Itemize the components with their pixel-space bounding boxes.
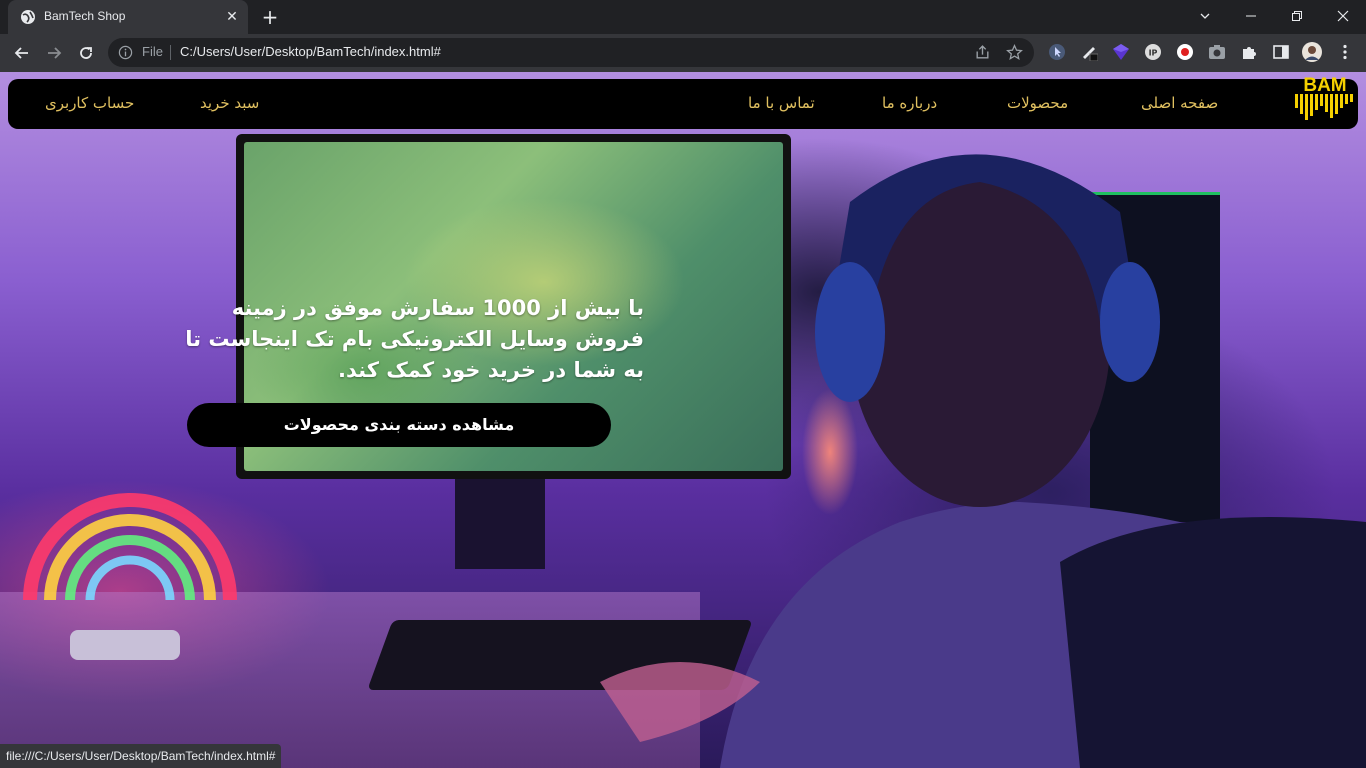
hero-tagline: با بیش از 1000 سفارش موفق در زمینه فروش … [185, 296, 644, 382]
gamer-image [600, 154, 1366, 768]
star-icon[interactable] [1006, 44, 1023, 61]
globe-icon [21, 10, 35, 24]
profile-avatar[interactable] [1302, 42, 1322, 62]
window-close-button[interactable] [1320, 0, 1366, 32]
tab-strip: BamTech Shop ✕ + [0, 0, 1366, 34]
neon-rainbow-image [23, 493, 237, 660]
browser-toolbar: File C:/Users/User/Desktop/BamTech/index… [0, 34, 1366, 72]
page-content: صفحه اصلی محصولات درباره ما تماس با ما س… [0, 72, 1366, 768]
address-bar[interactable]: File C:/Users/User/Desktop/BamTech/index… [108, 38, 1034, 67]
nav-contact[interactable]: تماس با ما [748, 94, 815, 112]
new-tab-button[interactable]: + [258, 6, 282, 30]
nav-products[interactable]: محصولات [1007, 94, 1068, 112]
url-text[interactable]: C:/Users/User/Desktop/BamTech/index.html… [180, 44, 441, 59]
browser-tab[interactable]: BamTech Shop ✕ [8, 0, 248, 34]
minimize-button[interactable] [1228, 0, 1274, 32]
svg-text:IP: IP [1149, 49, 1158, 58]
restore-button[interactable] [1274, 0, 1320, 32]
nav-cart[interactable]: سبد خرید [200, 94, 259, 112]
main-navbar: صفحه اصلی محصولات درباره ما تماس با ما س… [8, 79, 1358, 129]
pen-extension-icon[interactable] [1080, 43, 1098, 61]
menu-icon[interactable] [1336, 43, 1354, 61]
camera-extension-icon[interactable] [1208, 43, 1226, 61]
nav-home[interactable]: صفحه اصلی [1141, 94, 1218, 112]
back-button[interactable] [8, 39, 36, 67]
record-extension-icon[interactable] [1176, 43, 1194, 61]
view-categories-button[interactable]: مشاهده دسته بندی محصولات [187, 403, 611, 447]
bam-logo[interactable]: BAM [1292, 72, 1358, 124]
omnibox-scheme: File [142, 44, 163, 59]
tab-search-icon[interactable] [1182, 0, 1228, 32]
status-bar-url: file:///C:/Users/User/Desktop/BamTech/in… [0, 744, 282, 768]
cube-extension-icon[interactable] [1112, 43, 1130, 61]
puzzle-icon[interactable] [1240, 43, 1258, 61]
side-panel-icon[interactable] [1272, 43, 1290, 61]
ip-extension-icon[interactable]: IP [1144, 43, 1162, 61]
logo-text: BAM [1303, 75, 1346, 96]
close-icon[interactable]: ✕ [224, 9, 240, 25]
share-icon[interactable] [974, 44, 991, 61]
nav-about[interactable]: درباره ما [882, 94, 937, 112]
forward-button[interactable] [40, 39, 68, 67]
omnibox-divider [170, 45, 171, 60]
hero-background-stand [455, 479, 545, 569]
reload-button[interactable] [72, 39, 100, 67]
tab-title: BamTech Shop [44, 9, 126, 23]
nav-account[interactable]: حساب کاربری [45, 94, 134, 112]
cursor-extension-icon[interactable] [1048, 43, 1066, 61]
info-icon[interactable] [118, 45, 133, 60]
